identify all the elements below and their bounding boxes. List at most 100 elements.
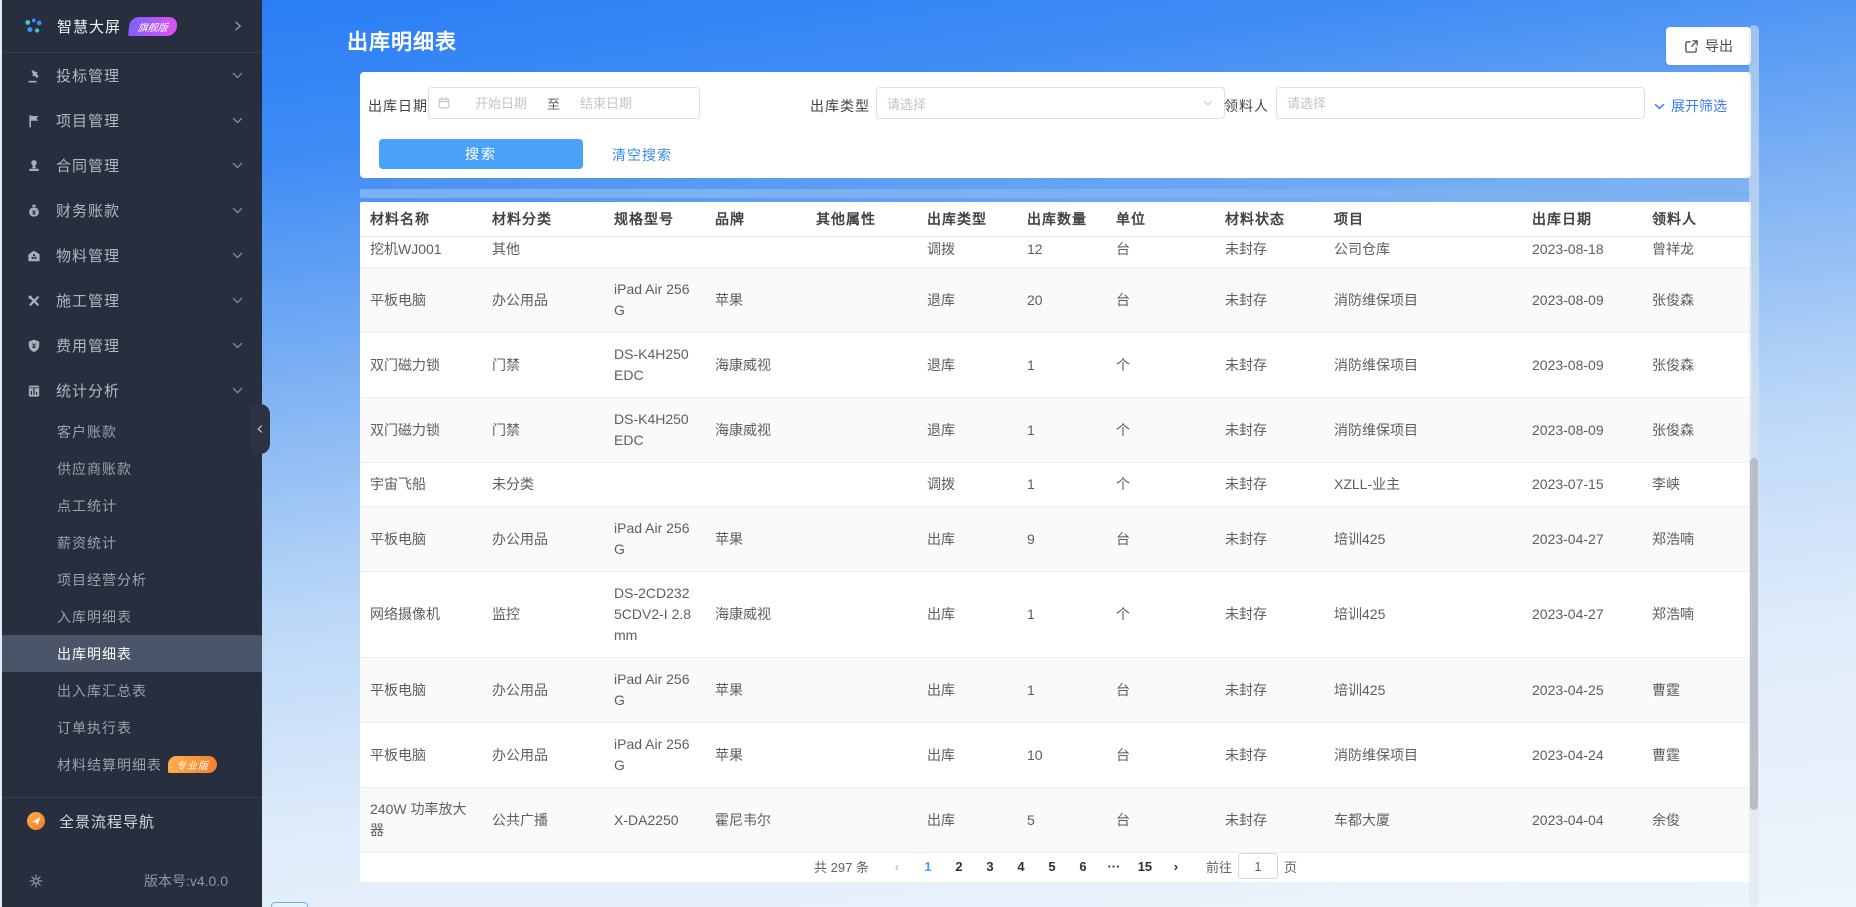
sidebar-item-label: 费用管理 <box>56 338 121 355</box>
warehouse-icon <box>26 248 42 264</box>
end-date-input[interactable] <box>560 95 653 111</box>
table-cell: 2023-04-25 <box>1522 657 1642 723</box>
clear-search-link[interactable]: 清空搜索 <box>612 145 672 165</box>
table-cell: 2023-08-09 <box>1522 267 1642 333</box>
sidebar-item-warehouse[interactable]: 物料管理 <box>2 233 262 278</box>
sidebar-item-label: 投标管理 <box>56 68 121 85</box>
page-number[interactable]: 4 <box>1010 859 1032 874</box>
table-cell: 曾祥龙 <box>1642 236 1751 268</box>
table-cell: 苹果 <box>705 506 806 572</box>
sidebar-subitem[interactable]: 薪资统计 <box>2 524 262 561</box>
sidebar-item-money-bag[interactable]: 财务账款 <box>2 188 262 233</box>
table-cell: 个 <box>1106 332 1215 398</box>
page-number[interactable]: 15 <box>1134 859 1156 874</box>
sidebar-subitem[interactable]: 订单执行表 <box>2 709 262 746</box>
sidebar-subitem[interactable]: 材料结算明细表 专业版 <box>2 746 262 783</box>
table-cell: 双门磁力锁 <box>360 397 482 463</box>
page-number[interactable]: 1 <box>917 859 939 874</box>
pro-badge: 专业版 <box>168 756 217 773</box>
sidebar-subitem[interactable]: 项目经营分析 <box>2 561 262 598</box>
sidebar-item-gavel[interactable]: 投标管理 <box>2 53 262 98</box>
goto-page-input[interactable] <box>1237 853 1278 879</box>
next-page-arrow[interactable]: › <box>1165 859 1187 874</box>
table-cell: 办公用品 <box>482 722 604 788</box>
export-button[interactable]: 导出 <box>1666 27 1751 65</box>
table-cell: 公共广播 <box>482 787 604 853</box>
table-cell: 未封存 <box>1215 332 1324 398</box>
sidebar-item-panorama-nav[interactable]: 全景流程导航 <box>2 798 262 844</box>
chevron-down-icon <box>231 114 244 127</box>
app-logo-row[interactable]: 智慧大屏 旗舰版 <box>2 0 262 52</box>
sidebar: 智慧大屏 旗舰版 投标管理项目管理 合同管理 财务账款物料管理施工管理费用管理统计分… <box>0 0 262 907</box>
table-cell <box>806 267 917 333</box>
table-cell: 1 <box>1017 462 1106 507</box>
page-number[interactable]: 6 <box>1072 859 1094 874</box>
shield-icon <box>26 338 42 354</box>
table-cell: 台 <box>1106 787 1215 853</box>
date-filter-label: 出库日期 <box>368 98 428 114</box>
material-picker-field[interactable] <box>1276 87 1645 119</box>
chevron-down-icon <box>231 384 244 397</box>
start-date-input[interactable] <box>455 95 547 111</box>
table-cell: 张俊森 <box>1642 332 1751 398</box>
sidebar-subitem[interactable]: 点工统计 <box>2 487 262 524</box>
sidebar-item-tools[interactable]: 施工管理 <box>2 278 262 323</box>
vertical-scrollbar[interactable] <box>1749 25 1759 907</box>
sidebar-subitem[interactable]: 出库明细表 <box>2 635 262 672</box>
sidebar-subitem[interactable]: 供应商账款 <box>2 450 262 487</box>
sidebar-subitem[interactable]: 入库明细表 <box>2 598 262 635</box>
sidebar-subitem[interactable]: 出入库汇总表 <box>2 672 262 709</box>
table-row: 240W 功率放大器 公共广播 X-DA2250 霍尼韦尔 出库 5 台未封存 车都大厦 202… <box>360 787 1751 853</box>
sidebar-submenu: 客户账款供应商账款 点工统计 薪资统计 项目经营分析 入库明细表 出库明细表出入库汇总表订… <box>2 413 262 783</box>
sidebar-subitem-label: 客户账款 <box>57 423 117 440</box>
table-cell: 未封存 <box>1215 236 1324 268</box>
page-number[interactable]: 5 <box>1041 859 1063 874</box>
table-cell: 消防维保项目 <box>1324 722 1522 788</box>
chevron-right-icon[interactable] <box>232 20 244 32</box>
sidebar-item-project-flag[interactable]: 项目管理 <box>2 98 262 143</box>
table-cell: iPad Air 256 G <box>604 267 705 333</box>
table-row: 宇宙飞船 未分类 调拨 1 个未封存 XZLL-业主 2023-07-15 李峡 <box>360 462 1751 507</box>
sidebar-item-label: 物料管理 <box>56 248 121 265</box>
gear-icon[interactable] <box>28 873 44 889</box>
page-number[interactable]: 3 <box>979 859 1001 874</box>
table-cell: iPad Air 256 G <box>604 657 705 723</box>
sidebar-subitem-label: 出入库汇总表 <box>57 682 147 699</box>
table-cell: 9 <box>1017 506 1106 572</box>
expand-filters-label: 展开筛选 <box>1671 98 1727 114</box>
table-cell: 240W 功率放大器 <box>360 787 482 853</box>
table-cell: 挖机WJ001 <box>360 236 482 268</box>
date-range-picker[interactable]: 至 <box>428 87 700 119</box>
table-cell <box>705 236 806 268</box>
table-cell: 2023-04-27 <box>1522 506 1642 572</box>
sidebar-collapse-handle[interactable] <box>250 404 270 454</box>
table-cell: 2023-08-09 <box>1522 397 1642 463</box>
table-cell: 车都大厦 <box>1324 787 1522 853</box>
page-ellipsis[interactable]: ··· <box>1103 859 1125 874</box>
bottom-left-chip <box>271 902 308 907</box>
chevron-down-icon <box>231 339 244 352</box>
table-cell: 消防维保项目 <box>1324 267 1522 333</box>
sidebar-item-shield[interactable]: 费用管理 <box>2 323 262 368</box>
expand-filters-link[interactable]: 展开筛选 <box>1653 96 1727 116</box>
page-number[interactable]: 2 <box>948 859 970 874</box>
outbound-type-select[interactable]: 请选择 <box>876 87 1225 119</box>
table-cell: 郑浩喃 <box>1642 506 1751 572</box>
scrollbar-thumb[interactable] <box>1750 458 1758 810</box>
table-cell: 2023-07-15 <box>1522 462 1642 507</box>
sidebar-item-label: 统计分析 <box>56 383 121 400</box>
sidebar-subitem[interactable]: 客户账款 <box>2 413 262 450</box>
table-cell: 未封存 <box>1215 787 1324 853</box>
prev-page-arrow[interactable]: ‹ <box>886 859 908 874</box>
material-picker-input[interactable] <box>1287 95 1634 111</box>
table-cell: DS-K4H250 EDC <box>604 397 705 463</box>
sidebar-item-stats[interactable]: 统计分析 <box>2 368 262 413</box>
column-header: 出库类型 <box>917 202 1017 237</box>
sidebar-footer: 版本号:v4.0.0 <box>2 865 262 907</box>
table-row: 平板电脑 办公用品 iPad Air 256 G 苹果 出库 1 台未封存 培训425 2023… <box>360 657 1751 723</box>
table-cell: 5 <box>1017 787 1106 853</box>
select-placeholder: 请选择 <box>887 96 927 112</box>
table-cell: 张俊森 <box>1642 267 1751 333</box>
search-button[interactable]: 搜索 <box>379 139 583 169</box>
sidebar-item-stamp[interactable]: 合同管理 <box>2 143 262 188</box>
